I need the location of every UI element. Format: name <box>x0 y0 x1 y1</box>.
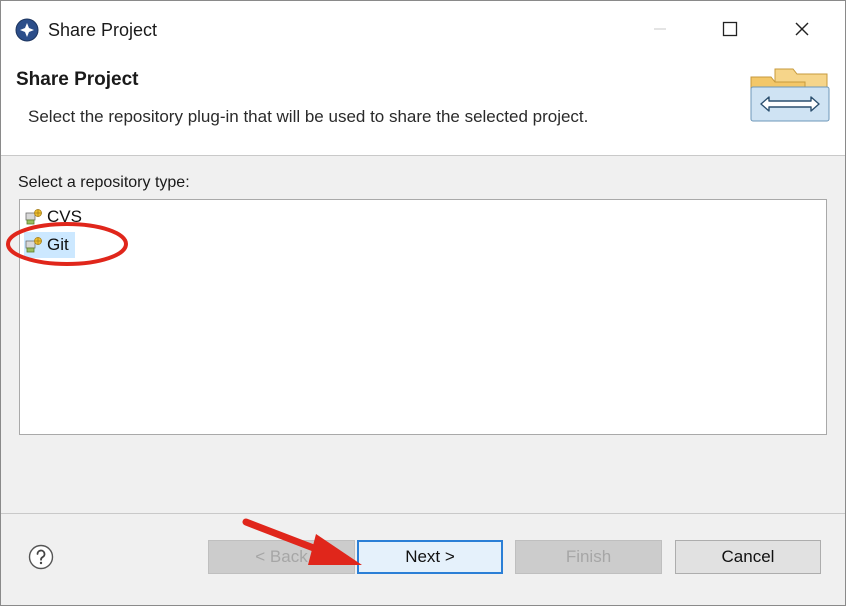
title-bar: Share Project <box>1 1 845 57</box>
help-icon[interactable] <box>28 544 54 570</box>
eclipse-icon <box>15 18 39 42</box>
maximize-button[interactable] <box>695 1 765 57</box>
repository-type-label: Select a repository type: <box>18 174 190 191</box>
footer-divider <box>1 513 845 514</box>
maximize-icon <box>722 21 738 37</box>
finish-button[interactable]: Finish <box>515 540 662 574</box>
list-item-label: CVS <box>47 207 82 226</box>
repository-icon <box>25 209 42 225</box>
next-button[interactable]: Next > <box>357 540 503 574</box>
cancel-button[interactable]: Cancel <box>675 540 821 574</box>
minimize-button[interactable] <box>625 1 695 57</box>
list-item-git[interactable]: Git <box>24 232 75 258</box>
close-button[interactable] <box>767 1 837 57</box>
share-project-dialog: Share Project Share Project Select the r… <box>0 0 846 606</box>
list-item-label: Git <box>47 235 69 254</box>
share-folders-icon <box>750 68 830 122</box>
window-title: Share Project <box>48 20 158 40</box>
back-button[interactable]: < Back <box>208 540 355 574</box>
close-icon <box>795 22 809 36</box>
banner-title: Share Project <box>16 69 139 90</box>
minimize-icon <box>654 28 666 30</box>
list-item-cvs[interactable]: CVS <box>24 204 88 230</box>
banner-description: Select the repository plug-in that will … <box>28 107 589 126</box>
header-banner: Share Project Select the repository plug… <box>1 57 845 156</box>
repository-icon <box>25 237 42 253</box>
repository-type-list[interactable]: CVS Git <box>19 199 827 435</box>
